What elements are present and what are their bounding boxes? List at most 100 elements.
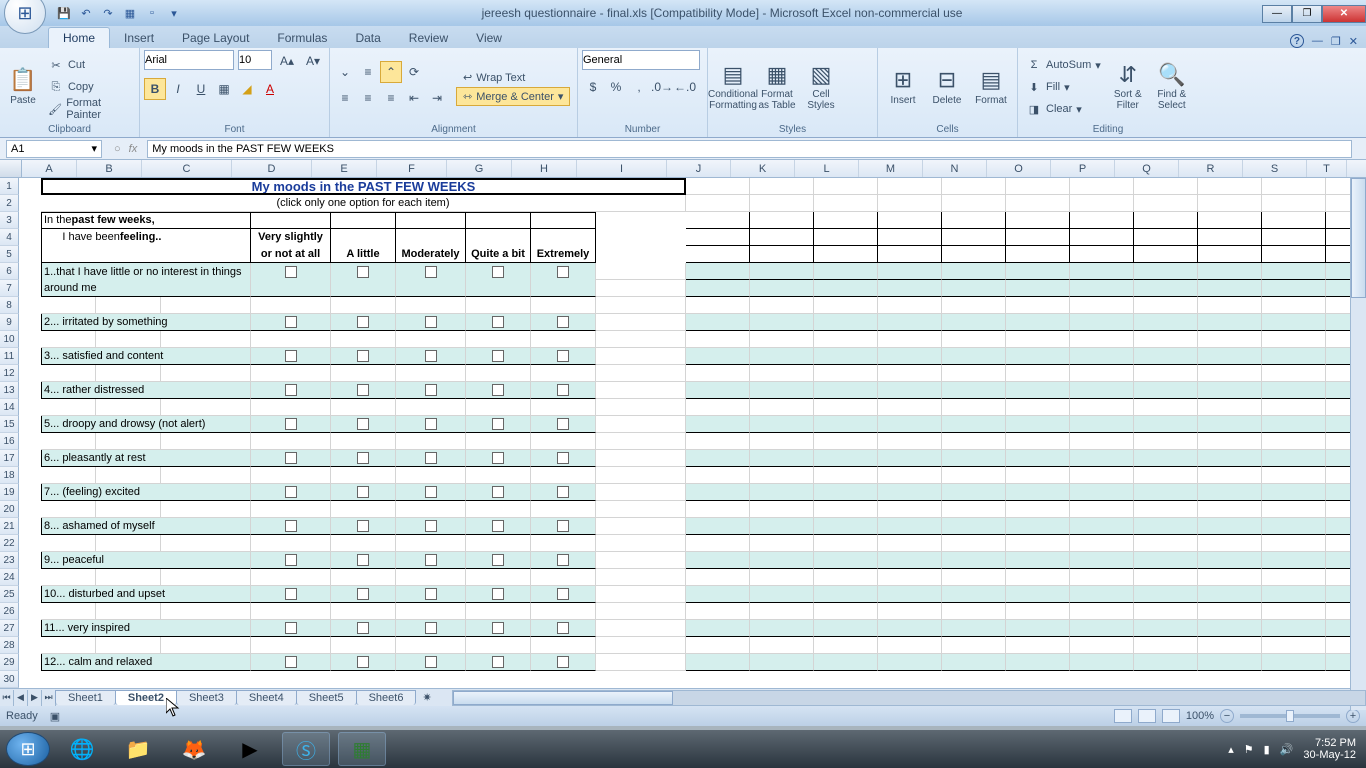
- taskbar-explorer[interactable]: 📁: [114, 732, 162, 766]
- cell[interactable]: [531, 637, 596, 654]
- cell[interactable]: [814, 246, 878, 263]
- cell[interactable]: [878, 314, 942, 331]
- checkbox[interactable]: [557, 350, 569, 362]
- vertical-scrollbar[interactable]: [1350, 178, 1366, 710]
- row-header[interactable]: 26: [0, 603, 19, 620]
- cell[interactable]: [1006, 365, 1070, 382]
- cell[interactable]: [750, 382, 814, 399]
- cell[interactable]: [814, 518, 878, 535]
- cell[interactable]: [596, 569, 686, 586]
- cell[interactable]: [942, 518, 1006, 535]
- cell[interactable]: [878, 331, 942, 348]
- cell[interactable]: [750, 620, 814, 637]
- cell[interactable]: [251, 348, 331, 365]
- font-size-combo[interactable]: [238, 50, 272, 70]
- cell[interactable]: [1198, 603, 1262, 620]
- cell[interactable]: [1006, 263, 1070, 280]
- zoom-slider[interactable]: [1240, 714, 1340, 718]
- cell[interactable]: [96, 467, 161, 484]
- cell[interactable]: [531, 433, 596, 450]
- row-header[interactable]: 6: [0, 263, 19, 280]
- cell[interactable]: [1262, 450, 1326, 467]
- cut-button[interactable]: ✂Cut: [44, 55, 135, 75]
- question-text[interactable]: around me: [41, 280, 251, 297]
- cell[interactable]: [596, 263, 686, 280]
- checkbox[interactable]: [425, 622, 437, 634]
- cell[interactable]: [466, 501, 531, 518]
- cell[interactable]: [1262, 314, 1326, 331]
- cell[interactable]: [814, 586, 878, 603]
- fill-button[interactable]: ⬇Fill▾: [1022, 77, 1105, 97]
- normal-view-button[interactable]: [1114, 709, 1132, 723]
- cell[interactable]: [531, 331, 596, 348]
- cell[interactable]: [96, 535, 161, 552]
- taskbar-ie[interactable]: 🌐: [58, 732, 106, 766]
- zoom-level[interactable]: 100%: [1186, 710, 1214, 722]
- cell[interactable]: [1262, 348, 1326, 365]
- cell[interactable]: [1198, 433, 1262, 450]
- checkbox[interactable]: [557, 588, 569, 600]
- cell[interactable]: [814, 569, 878, 586]
- start-button[interactable]: ⊞: [6, 732, 50, 766]
- zoom-in-button[interactable]: +: [1346, 709, 1360, 723]
- cell[interactable]: [878, 484, 942, 501]
- cell[interactable]: [466, 450, 531, 467]
- scrollbar-thumb[interactable]: [453, 691, 673, 705]
- cell[interactable]: [750, 280, 814, 297]
- question-text[interactable]: 6... pleasantly at rest: [41, 450, 251, 467]
- cell[interactable]: [1198, 382, 1262, 399]
- col-header-G[interactable]: G: [447, 160, 512, 177]
- cell[interactable]: [1070, 263, 1134, 280]
- cell[interactable]: [942, 620, 1006, 637]
- cell[interactable]: [878, 212, 942, 229]
- cell[interactable]: [531, 297, 596, 314]
- cell[interactable]: [1198, 331, 1262, 348]
- cell[interactable]: [1006, 297, 1070, 314]
- cell[interactable]: [814, 603, 878, 620]
- cell[interactable]: [1006, 484, 1070, 501]
- cell[interactable]: [686, 501, 750, 518]
- cell[interactable]: [466, 365, 531, 382]
- cell[interactable]: [1070, 654, 1134, 671]
- cell[interactable]: [1134, 586, 1198, 603]
- cancel-formula-icon[interactable]: ○: [114, 143, 121, 155]
- cell[interactable]: [1070, 501, 1134, 518]
- cell[interactable]: [331, 518, 396, 535]
- cell[interactable]: [331, 433, 396, 450]
- cell[interactable]: [878, 569, 942, 586]
- row-header[interactable]: 16: [0, 433, 19, 450]
- cell[interactable]: [942, 382, 1006, 399]
- cell[interactable]: [686, 552, 750, 569]
- save-icon[interactable]: 💾: [56, 5, 72, 21]
- question-text[interactable]: 4... rather distressed: [41, 382, 251, 399]
- new-sheet-button[interactable]: ✷: [422, 691, 431, 704]
- cell[interactable]: [596, 280, 686, 297]
- cell[interactable]: [466, 569, 531, 586]
- cell[interactable]: [1006, 314, 1070, 331]
- checkbox[interactable]: [285, 588, 297, 600]
- cell[interactable]: [331, 263, 396, 280]
- col-header-M[interactable]: M: [859, 160, 923, 177]
- cell[interactable]: [596, 620, 686, 637]
- cell[interactable]: [1134, 399, 1198, 416]
- cell[interactable]: [686, 178, 750, 195]
- merge-center-button[interactable]: ⇿Merge & Center▾: [456, 87, 570, 106]
- cell[interactable]: [942, 467, 1006, 484]
- cell[interactable]: [1134, 382, 1198, 399]
- cell[interactable]: [1262, 484, 1326, 501]
- cell[interactable]: [814, 637, 878, 654]
- cell[interactable]: [1262, 501, 1326, 518]
- cell[interactable]: [1262, 178, 1326, 195]
- cell[interactable]: [531, 365, 596, 382]
- align-middle-button[interactable]: ≡: [357, 61, 379, 83]
- cell[interactable]: [41, 331, 96, 348]
- cell[interactable]: [1070, 637, 1134, 654]
- cell[interactable]: [1006, 348, 1070, 365]
- cell[interactable]: [331, 467, 396, 484]
- col-header-J[interactable]: J: [667, 160, 731, 177]
- cell[interactable]: [814, 348, 878, 365]
- cell[interactable]: [1198, 552, 1262, 569]
- cell[interactable]: [161, 399, 251, 416]
- cell[interactable]: [531, 212, 596, 229]
- cell[interactable]: [814, 382, 878, 399]
